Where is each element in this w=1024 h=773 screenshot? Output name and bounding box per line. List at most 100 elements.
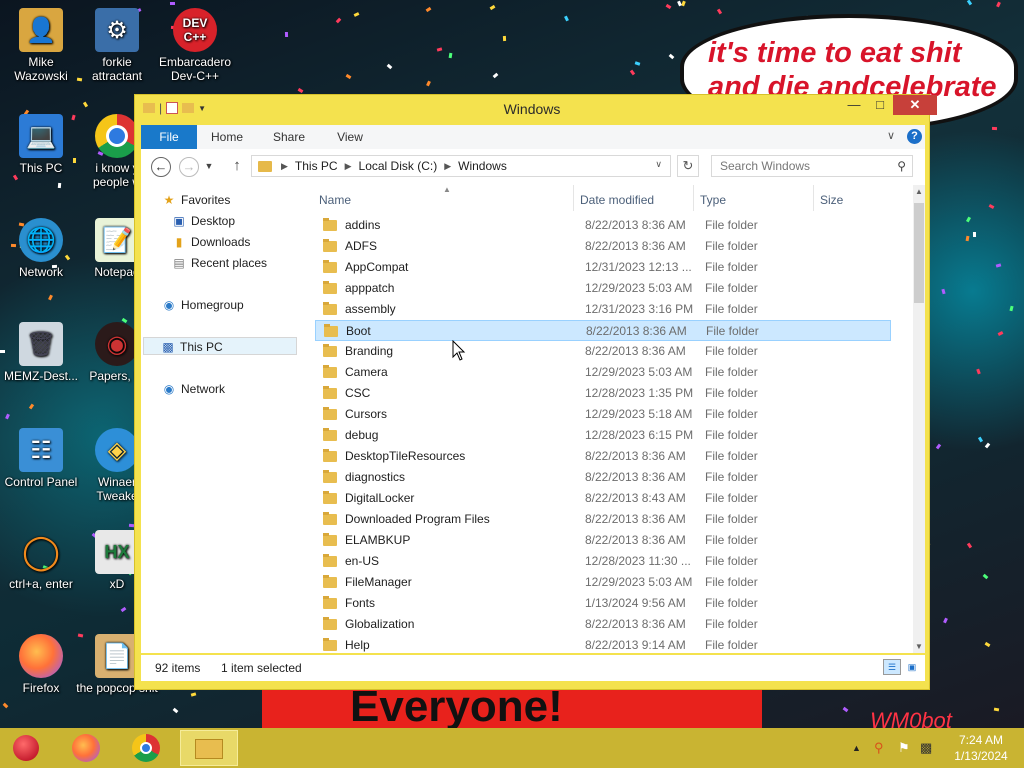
desktop-icon-label: This PC — [19, 161, 63, 175]
file-row[interactable]: debug 12/28/2023 6:15 PM File folder — [315, 425, 891, 446]
vertical-scrollbar[interactable]: ▲ ▼ — [913, 185, 925, 653]
desktop-icon-memz[interactable]: 🗑 MEMZ-Dest... — [0, 322, 82, 383]
file-row[interactable]: apppatch 12/29/2023 5:03 AM File folder — [315, 278, 891, 299]
large-icons-view-icon[interactable]: ▣ — [903, 659, 921, 675]
details-view-icon[interactable]: ☰ — [883, 659, 901, 675]
file-row[interactable]: Help 8/22/2013 9:14 AM File folder — [315, 635, 891, 653]
file-row[interactable]: Downloaded Program Files 8/22/2013 8:36 A… — [315, 509, 891, 530]
refresh-button[interactable]: ↻ — [677, 155, 699, 177]
file-row[interactable]: addins 8/22/2013 8:36 AM File folder — [315, 215, 891, 236]
search-input[interactable]: Search Windows ⚲ — [711, 155, 913, 177]
close-button[interactable]: ✕ — [893, 95, 937, 115]
confetti-piece — [966, 542, 973, 549]
desktop-icon-ctrl-a-enter[interactable]: ◯ ctrl+a, enter — [0, 530, 82, 591]
help-icon[interactable]: ? — [907, 129, 922, 144]
desktop-icon-control-panel[interactable]: ☷ Control Panel — [0, 428, 82, 489]
recent-locations-icon[interactable]: ▼ — [203, 157, 215, 177]
tab-file[interactable]: File — [141, 125, 197, 149]
selected-count: 1 item selected — [221, 661, 302, 675]
column-header-type[interactable]: Type — [700, 193, 726, 207]
column-divider[interactable] — [813, 185, 814, 211]
desktop-icon-forkie-attractant[interactable]: ⚙ forkie attractant — [76, 8, 158, 83]
taskbar-file-explorer[interactable] — [180, 730, 238, 766]
file-type: File folder — [705, 491, 758, 505]
file-row[interactable]: assembly 12/31/2023 3:16 PM File folder — [315, 299, 891, 320]
desktop-icon-network[interactable]: 🌐 Network — [0, 218, 82, 279]
chevron-down-icon[interactable]: ∨ — [655, 159, 662, 170]
column-header-date-modified[interactable]: Date modified — [580, 193, 654, 207]
chevron-right-icon[interactable]: ▶ — [281, 161, 288, 172]
file-row[interactable]: Camera 12/29/2023 5:03 AM File folder — [315, 362, 891, 383]
taskbar-firefox[interactable] — [60, 730, 112, 766]
search-icon[interactable]: ⚲ — [874, 728, 884, 768]
folder-icon — [323, 386, 337, 399]
network-icon[interactable]: ▩ — [920, 728, 932, 768]
file-row[interactable]: Branding 8/22/2013 8:36 AM File folder — [315, 341, 891, 362]
expand-ribbon-icon[interactable]: ∨ — [887, 129, 895, 142]
desktop-icon-label: Control Panel — [4, 475, 78, 489]
file-row[interactable]: ELAMBKUP 8/22/2013 8:36 AM File folder — [315, 530, 891, 551]
column-header-name[interactable]: Name — [319, 193, 351, 207]
nav-this-pc[interactable]: ▩ This PC — [143, 337, 297, 355]
search-icon[interactable]: ⚲ — [897, 156, 906, 176]
show-hidden-icons[interactable]: ▲ — [852, 728, 861, 768]
desktop-icon-firefox[interactable]: Firefox — [0, 634, 82, 695]
nav-favorites[interactable]: ★ Favorites — [161, 191, 231, 209]
nav-downloads[interactable]: ▮ Downloads — [171, 233, 251, 251]
desktop-icon-label: forkie attractant — [91, 55, 143, 83]
flag-icon[interactable]: ⚑ — [898, 728, 910, 768]
file-type: File folder — [705, 218, 758, 232]
start-button[interactable] — [0, 730, 52, 766]
file-row[interactable]: FileManager 12/29/2023 5:03 AM File folder — [315, 572, 891, 593]
tab-share[interactable]: Share — [261, 125, 317, 149]
column-divider[interactable] — [573, 185, 574, 211]
file-row[interactable]: Cursors 12/29/2023 5:18 AM File folder — [315, 404, 891, 425]
desktop-icon-this-pc[interactable]: 💻 This PC — [0, 114, 82, 175]
file-row[interactable]: en-US 12/28/2023 11:30 ... File folder — [315, 551, 891, 572]
nav-desktop[interactable]: ▣ Desktop — [171, 212, 235, 230]
taskbar-chrome[interactable] — [120, 730, 172, 766]
scrollbar-thumb[interactable] — [914, 203, 924, 303]
maximize-button[interactable]: □ — [867, 95, 893, 115]
column-divider[interactable] — [693, 185, 694, 211]
forward-button[interactable]: → — [179, 157, 199, 177]
address-bar[interactable]: ▶ This PC ▶ Local Disk (C:) ▶ Windows ∨ — [251, 155, 671, 177]
file-row[interactable]: Globalization 8/22/2013 8:36 AM File folde… — [315, 614, 891, 635]
chevron-right-icon[interactable]: ▶ — [345, 161, 352, 172]
desktop-icon-label: MEMZ-Dest... — [4, 369, 78, 383]
file-row[interactable]: ADFS 8/22/2013 8:36 AM File folder — [315, 236, 891, 257]
confetti-piece — [120, 606, 127, 613]
navigation-pane: ★ Favorites ▣ Desktop ▮ Downloads ▤ Recent p… — [141, 185, 309, 653]
chevron-right-icon[interactable]: ▶ — [444, 161, 451, 172]
breadcrumb-windows[interactable]: Windows — [458, 159, 507, 173]
folder-icon — [323, 554, 337, 567]
title-bar[interactable]: | ▼ Windows — □ ✕ — [135, 95, 937, 123]
tab-view[interactable]: View — [325, 125, 375, 149]
folder-icon — [323, 533, 337, 546]
taskbar-clock[interactable]: 7:24 AM 1/13/2024 — [948, 732, 1014, 764]
nav-recent-places[interactable]: ▤ Recent places — [171, 254, 267, 272]
file-row[interactable]: Boot 8/22/2013 8:36 AM File folder — [315, 320, 891, 341]
file-row[interactable]: DigitalLocker 8/22/2013 8:43 AM File folde… — [315, 488, 891, 509]
file-row[interactable]: CSC 12/28/2023 1:35 PM File folder — [315, 383, 891, 404]
breadcrumb-local-disk[interactable]: Local Disk (C:) — [359, 159, 438, 173]
breadcrumb-this-pc[interactable]: This PC — [295, 159, 338, 173]
back-button[interactable]: ← — [151, 157, 171, 177]
confetti-piece — [335, 17, 342, 24]
desktop-icon-mike-wazowski[interactable]: 👤 Mike Wazowski — [0, 8, 82, 83]
file-row[interactable]: diagnostics 8/22/2013 8:36 AM File folder — [315, 467, 891, 488]
file-row[interactable]: Fonts 1/13/2024 9:56 AM File folder — [315, 593, 891, 614]
desktop-icon-devcpp[interactable]: DEV C++ Embarcadero Dev-C++ — [154, 8, 236, 83]
minimize-button[interactable]: — — [841, 95, 867, 115]
file-row[interactable]: AppCompat 12/31/2023 12:13 ... File folder — [315, 257, 891, 278]
scroll-up-icon[interactable]: ▲ — [913, 187, 925, 196]
up-button[interactable]: ↑ — [227, 157, 247, 177]
file-row[interactable]: DesktopTileResources 8/22/2013 8:36 AM Fil… — [315, 446, 891, 467]
nav-network[interactable]: ◉ Network — [161, 380, 225, 398]
nav-homegroup[interactable]: ◉ Homegroup — [161, 296, 244, 314]
tab-home[interactable]: Home — [201, 125, 253, 149]
scroll-down-icon[interactable]: ▼ — [913, 642, 925, 651]
confetti-piece — [57, 182, 62, 189]
confetti-piece — [982, 573, 989, 580]
column-header-size[interactable]: Size — [820, 193, 843, 207]
